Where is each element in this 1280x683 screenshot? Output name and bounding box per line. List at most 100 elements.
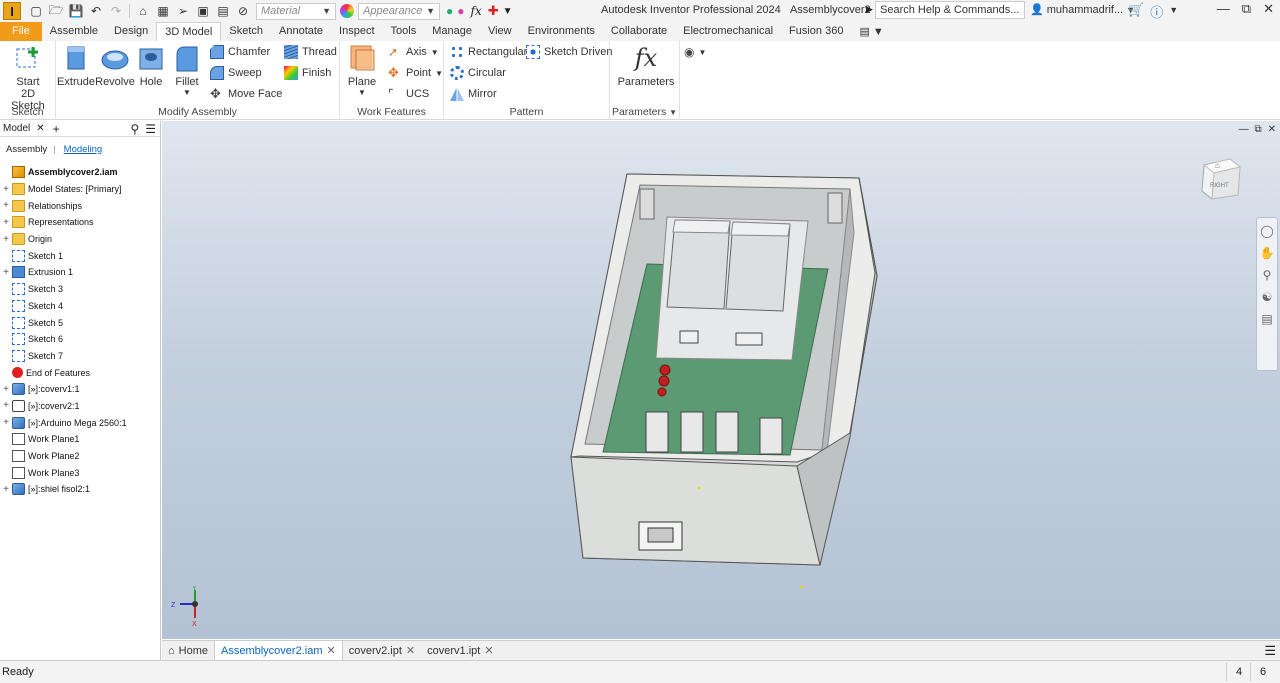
tab-environments[interactable]: Environments [520, 22, 603, 41]
sketch-driven-button[interactable]: Sketch Driven [526, 43, 612, 61]
tab-sketch[interactable]: Sketch [221, 22, 271, 41]
expand-icon[interactable]: + [0, 400, 12, 411]
ucs-button[interactable]: ⌜ UCS [388, 85, 429, 103]
parameters-button[interactable]: fx Parameters [618, 43, 675, 88]
close-icon[interactable]: ✕ [484, 644, 493, 657]
browser-node[interactable]: + Model States: [Primary] [0, 181, 161, 198]
browser-node[interactable]: + Representations [0, 214, 161, 231]
clear-appearance-icon[interactable]: ● [457, 4, 464, 18]
close-icon[interactable]: ✕ [36, 123, 44, 134]
material-dropdown[interactable]: Material ▼ [256, 2, 336, 20]
subtab-assembly[interactable]: Assembly [6, 144, 47, 155]
tab-options-dropdown[interactable]: ▤ ▼ [851, 22, 891, 41]
extrude-button[interactable]: Extrude [57, 43, 95, 88]
doc-tab-coverv1[interactable]: coverv1.ipt ✕ [421, 641, 499, 661]
move-face-button[interactable]: ✥ Move Face [210, 85, 282, 103]
axis-button[interactable]: ➚ Axis ▼ [388, 43, 439, 61]
fx-icon[interactable]: fx [471, 4, 482, 18]
start-2d-sketch-button[interactable]: Start 2D Sketch [5, 43, 51, 112]
browser-node[interactable]: Work Plane2 [0, 448, 161, 465]
tab-file[interactable]: File [0, 22, 42, 41]
revolve-button[interactable]: Revolve [95, 43, 135, 88]
undo-icon[interactable]: ↶ [87, 3, 105, 19]
rectangular-pattern-button[interactable]: Rectangular [450, 43, 527, 61]
thread-button[interactable]: Thread [284, 43, 337, 61]
search-icon[interactable]: ⚲ [130, 122, 139, 136]
close-icon[interactable]: ✕ [1263, 1, 1274, 17]
tab-assemble[interactable]: Assemble [42, 22, 106, 41]
browser-node[interactable]: Sketch 6 [0, 331, 161, 348]
browser-node[interactable]: + [»]:coverv2:1 [0, 398, 161, 415]
browser-node[interactable]: Work Plane3 [0, 464, 161, 481]
project-icon[interactable]: ▦ [154, 3, 172, 19]
expand-icon[interactable]: + [0, 384, 12, 395]
measure-icon[interactable]: ▤ [214, 3, 232, 19]
sweep-button[interactable]: Sweep [210, 64, 262, 82]
point-button[interactable]: ✥ Point ▼ [388, 64, 443, 82]
browser-node[interactable]: Sketch 1 [0, 247, 161, 264]
browser-node[interactable]: End of Features [0, 364, 161, 381]
plane-button[interactable]: Plane ▼ [346, 43, 378, 97]
minimize-icon[interactable]: — [1217, 1, 1230, 17]
add-icon[interactable]: ✚ [488, 3, 499, 19]
user-account[interactable]: 👤 muhammadrif... ▼ [1030, 3, 1135, 17]
doc-tab-assemblycover2[interactable]: Assemblycover2.iam ✕ [214, 640, 343, 661]
browser-node[interactable]: + Origin [0, 231, 161, 248]
finish-button[interactable]: Finish [284, 64, 331, 82]
tab-3d-model[interactable]: 3D Model [156, 22, 222, 41]
doc-tab-coverv2[interactable]: coverv2.ipt ✕ [343, 641, 421, 661]
clear-icon[interactable]: ⊘ [234, 3, 252, 19]
expand-icon[interactable]: + [0, 184, 12, 195]
close-icon[interactable]: ✕ [406, 644, 415, 657]
browser-node[interactable]: Sketch 7 [0, 348, 161, 365]
fillet-button[interactable]: Fillet ▼ [170, 43, 204, 97]
browser-tab-model[interactable]: Model [3, 123, 30, 134]
close-icon[interactable]: ✕ [326, 644, 335, 657]
browser-node[interactable]: Sketch 3 [0, 281, 161, 298]
parameters-group-label[interactable]: Parameters ▼ [610, 106, 679, 118]
browser-node[interactable]: Assemblycover2.iam [0, 164, 161, 181]
browser-node[interactable]: + [»]:shiel fisol2:1 [0, 481, 161, 498]
tab-tools[interactable]: Tools [383, 22, 425, 41]
update-icon[interactable]: ▣ [194, 3, 212, 19]
tab-view[interactable]: View [480, 22, 520, 41]
appearance-dropdown[interactable]: Appearance ▼ [358, 2, 440, 20]
expand-icon[interactable]: + [0, 417, 12, 428]
open-file-icon[interactable]: 🗁 [47, 3, 65, 19]
browser-node[interactable]: + [»]:coverv1:1 [0, 381, 161, 398]
tab-inspect[interactable]: Inspect [331, 22, 382, 41]
tab-fusion-360[interactable]: Fusion 360 [781, 22, 851, 41]
subtab-modeling[interactable]: Modeling [62, 144, 105, 155]
tab-collaborate[interactable]: Collaborate [603, 22, 675, 41]
home-tab[interactable]: ⌂ Home [162, 641, 214, 661]
browser-node[interactable]: + Extrusion 1 [0, 264, 161, 281]
customize-icon[interactable]: ▼ [503, 6, 513, 17]
chamfer-button[interactable]: Chamfer [210, 43, 270, 61]
select-icon[interactable]: ➢ [174, 3, 192, 19]
assembly-model[interactable] [162, 121, 1280, 639]
hole-button[interactable]: Hole [136, 43, 166, 88]
expand-icon[interactable]: + [0, 200, 12, 211]
tab-annotate[interactable]: Annotate [271, 22, 331, 41]
appearance-icon[interactable] [340, 4, 354, 18]
add-tab-icon[interactable]: + [53, 122, 60, 136]
browser-node[interactable]: Work Plane1 [0, 431, 161, 448]
browser-node[interactable]: + Relationships [0, 197, 161, 214]
expand-icon[interactable]: + [0, 484, 12, 495]
tab-manage[interactable]: Manage [424, 22, 480, 41]
expand-icon[interactable]: + [0, 267, 12, 278]
extra-tools-dropdown[interactable]: ◉ ▼ [684, 43, 706, 61]
browser-node[interactable]: Sketch 5 [0, 314, 161, 331]
cart-icon[interactable]: 🛒 [1128, 2, 1144, 21]
tab-design[interactable]: Design [106, 22, 156, 41]
help-icon[interactable]: ⓘ [1150, 2, 1163, 21]
browser-node[interactable]: + [»]:Arduino Mega 2560:1 [0, 414, 161, 431]
graphics-viewport[interactable]: — ⧉ ✕ RIGHT ⌂ ◯ ✋ ⚲ ☯ ▤ Y Z X [162, 121, 1280, 639]
expand-icon[interactable]: + [0, 217, 12, 228]
tab-menu-icon[interactable]: ☰ [1264, 643, 1276, 659]
browser-node[interactable]: Sketch 4 [0, 298, 161, 315]
save-icon[interactable]: 💾 [67, 3, 85, 19]
menu-icon[interactable]: ☰ [145, 122, 156, 136]
new-file-icon[interactable]: ▢ [27, 3, 45, 19]
restore-icon[interactable]: ⧉ [1242, 1, 1251, 17]
